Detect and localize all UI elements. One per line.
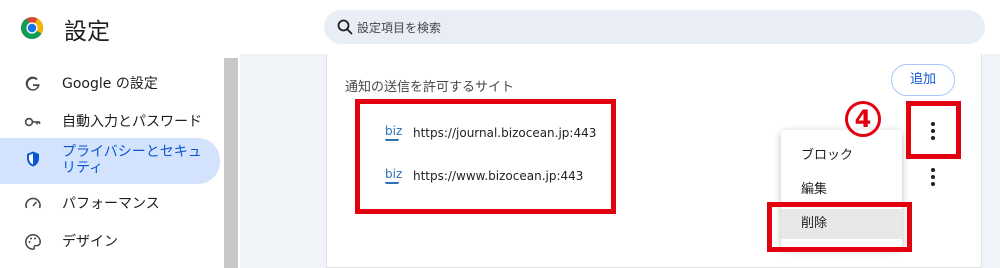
- speedometer-icon: [25, 197, 41, 209]
- sidebar-item-appearance[interactable]: デザイン: [0, 220, 220, 264]
- menu-item-block[interactable]: ブロック: [781, 141, 902, 171]
- page-title: 設定: [64, 19, 110, 45]
- site-list-highlight: [355, 99, 616, 214]
- header: 設定 設定項目を検索: [0, 0, 1000, 54]
- sidebar-item-label: デザイン: [62, 234, 118, 250]
- sidebar-item-label: パフォーマンス: [62, 196, 160, 212]
- add-site-button[interactable]: 追加: [891, 64, 955, 96]
- sidebar: Google の設定 自動入力とパスワード プライバシーとセキュリティ パフォー…: [0, 54, 240, 268]
- sidebar-scrollbar[interactable]: [224, 58, 238, 268]
- search-bar[interactable]: 設定項目を検索: [324, 10, 985, 44]
- search-icon: [337, 19, 353, 35]
- more-button-highlight: [906, 101, 961, 159]
- chrome-logo-icon: [21, 17, 43, 39]
- palette-icon: [25, 234, 41, 250]
- remove-item-highlight: [767, 202, 912, 252]
- search-input[interactable]: 設定項目を検索: [357, 19, 441, 36]
- sidebar-item-label: プライバシーとセキュリティ: [62, 144, 202, 176]
- key-icon: [24, 117, 41, 127]
- sidebar-item-privacy[interactable]: プライバシーとセキュリティ: [0, 138, 220, 184]
- step-number-badge: 4: [843, 99, 883, 139]
- menu-item-edit[interactable]: 編集: [781, 175, 902, 205]
- sidebar-item-label: Google の設定: [62, 76, 158, 92]
- sidebar-item-label: 自動入力とパスワード: [62, 114, 202, 130]
- section-title: 通知の送信を許可するサイト: [345, 80, 515, 95]
- more-actions-icon[interactable]: [921, 165, 945, 189]
- google-icon: [25, 76, 40, 91]
- shield-icon: [27, 151, 39, 167]
